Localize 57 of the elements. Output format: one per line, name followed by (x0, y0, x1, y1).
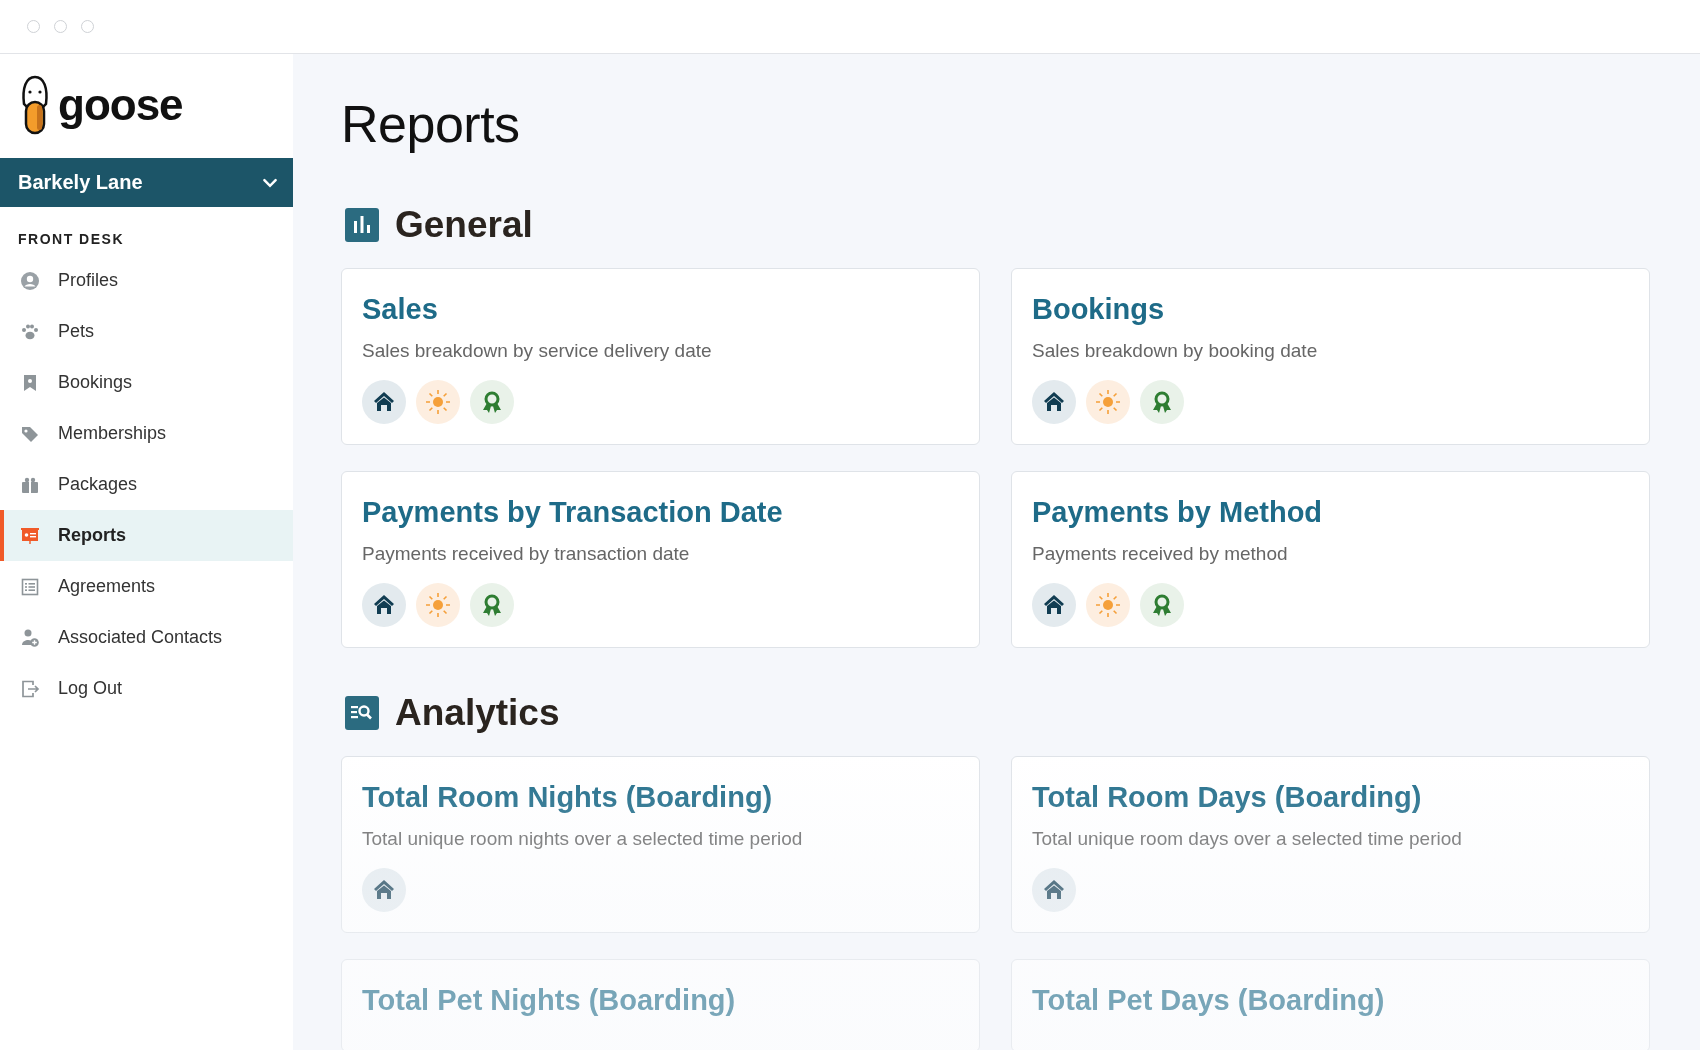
house-icon (1032, 868, 1076, 912)
sidebar-item[interactable]: Memberships (0, 408, 293, 459)
goose-logo-icon (20, 74, 50, 136)
report-title: Sales (362, 293, 439, 326)
sidebar-item[interactable]: Associated Contacts (0, 612, 293, 663)
report-card[interactable]: Payments by Method Payments received by method (1011, 471, 1650, 648)
ribbon-icon (470, 583, 514, 627)
report-description: Sales breakdown by booking date (1032, 340, 1319, 362)
report-title: Total Room Nights (Boarding) (362, 781, 774, 814)
report-title: Total Pet Days (Boarding) (1032, 984, 1386, 1017)
sun-icon (1086, 583, 1130, 627)
presentation-icon (20, 525, 40, 546)
report-card[interactable]: Total Room Nights (Boarding) Total unique room nights over a selected time period (341, 756, 980, 933)
section-label: FRONT DESK (17, 230, 125, 249)
report-description: Payments received by method (1032, 543, 1289, 565)
ribbon-icon (1140, 380, 1184, 424)
report-description: Sales breakdown by service delivery date (362, 340, 713, 362)
ribbon-icon (1140, 583, 1184, 627)
location-dropdown[interactable]: Barkely Lane (0, 158, 293, 207)
section-heading: General (395, 204, 533, 246)
exit-icon (20, 678, 40, 699)
house-icon (1032, 583, 1076, 627)
house-icon (362, 583, 406, 627)
report-title: Total Room Days (Boarding) (1032, 781, 1423, 814)
page-title: Reports (341, 94, 521, 154)
sidebar-item[interactable]: Profiles (0, 255, 293, 306)
report-title: Payments by Method (1032, 496, 1324, 529)
ribbon-icon (470, 380, 514, 424)
sun-icon (416, 380, 460, 424)
report-card[interactable]: Sales Sales breakdown by service delivery date (341, 268, 980, 445)
sidebar-item[interactable]: Pets (0, 306, 293, 357)
section-heading: Analytics (395, 692, 560, 734)
search-list-icon (345, 696, 379, 730)
list-icon (20, 576, 40, 597)
add-person-icon (20, 627, 40, 648)
report-card[interactable]: Total Room Days (Boarding) Total unique room days over a selected time period (1011, 756, 1650, 933)
house-icon (362, 380, 406, 424)
sun-icon (416, 583, 460, 627)
report-description: Payments received by transaction date (362, 543, 691, 565)
report-card[interactable]: Bookings Sales breakdown by booking date (1011, 268, 1650, 445)
report-description: Total unique room days over a selected time period (1032, 828, 1463, 850)
sidebar-item[interactable]: Bookings (0, 357, 293, 408)
report-title: Bookings (1032, 293, 1166, 326)
house-icon (362, 868, 406, 912)
brand-name: goose (58, 80, 183, 130)
sun-icon (1086, 380, 1130, 424)
bar-chart-icon (345, 208, 379, 242)
house-icon (1032, 380, 1076, 424)
report-title: Payments by Transaction Date (362, 496, 784, 529)
report-title: Total Pet Nights (Boarding) (362, 984, 737, 1017)
sidebar-item[interactable]: Packages (0, 459, 293, 510)
sidebar-item[interactable]: Agreements (0, 561, 293, 612)
report-description: Total unique room nights over a selected time period (362, 828, 804, 850)
report-card[interactable]: Payments by Transaction Date Payments received by transaction date (341, 471, 980, 648)
sidebar-item[interactable]: Reports (0, 510, 293, 561)
person-icon (20, 270, 40, 291)
sidebar-item[interactable]: Log Out (0, 663, 293, 714)
